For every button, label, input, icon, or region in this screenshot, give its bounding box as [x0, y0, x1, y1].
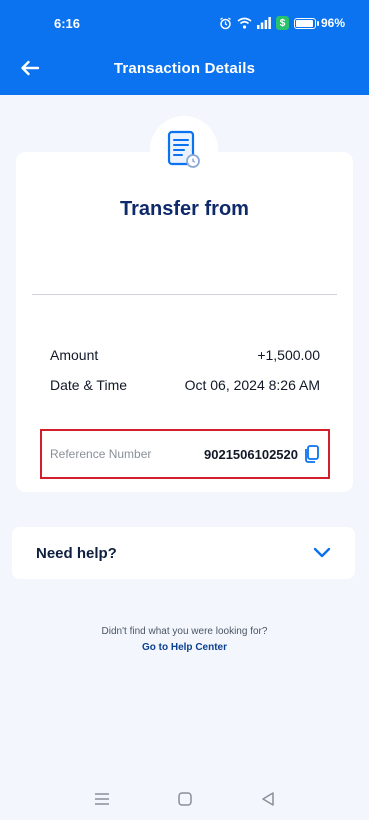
divider	[32, 294, 337, 295]
app-header: 6:16 $ 96% Transaction Details	[0, 0, 369, 95]
status-time: 6:16	[54, 15, 81, 31]
datetime-row: Date & Time Oct 06, 2024 8:26 AM	[50, 377, 320, 393]
copy-icon	[305, 445, 319, 463]
help-center-link[interactable]: Go to Help Center	[142, 642, 227, 653]
amount-label: Amount	[50, 347, 99, 363]
need-help-label: Need help?	[36, 544, 117, 562]
need-help-accordion[interactable]: Need help?	[12, 527, 355, 579]
page-title: Transaction Details	[113, 59, 256, 77]
arrow-left-icon	[21, 60, 40, 76]
recent-apps-button[interactable]	[87, 784, 117, 814]
reference-label: Reference Number	[50, 447, 152, 461]
amount-value: +1,500.00	[257, 347, 320, 363]
receipt-icon	[167, 130, 200, 168]
status-icons: $ 96%	[219, 16, 345, 30]
dollar-app-icon: $	[275, 16, 289, 30]
help-question: Didn't find what you were looking for?	[101, 626, 268, 637]
reference-number-row: Reference Number 9021506102520	[40, 429, 330, 479]
transaction-title: Transfer from	[120, 198, 249, 220]
datetime-label: Date & Time	[50, 377, 128, 393]
battery-icon	[293, 17, 319, 29]
home-square-icon	[177, 792, 192, 806]
alarm-icon	[219, 16, 232, 30]
battery-percent: 96%	[320, 16, 345, 30]
back-triangle-icon	[261, 792, 274, 806]
system-nav-bar	[0, 778, 369, 820]
signal-icon	[256, 17, 271, 29]
status-bar: 6:16 $ 96%	[0, 0, 369, 46]
wifi-icon	[237, 17, 252, 29]
back-button[interactable]	[14, 52, 46, 84]
chevron-down-icon	[313, 547, 331, 558]
receipt-badge	[150, 116, 218, 184]
home-button[interactable]	[170, 784, 200, 814]
amount-row: Amount +1,500.00	[50, 347, 320, 363]
reference-value: 9021506102520	[204, 446, 298, 462]
help-footer: Didn't find what you were looking for? G…	[0, 626, 369, 655]
title-bar: Transaction Details	[0, 46, 369, 90]
copy-button[interactable]	[304, 445, 320, 463]
system-back-button[interactable]	[253, 784, 283, 814]
menu-icon	[94, 793, 109, 805]
datetime-value: Oct 06, 2024 8:26 AM	[184, 377, 320, 393]
